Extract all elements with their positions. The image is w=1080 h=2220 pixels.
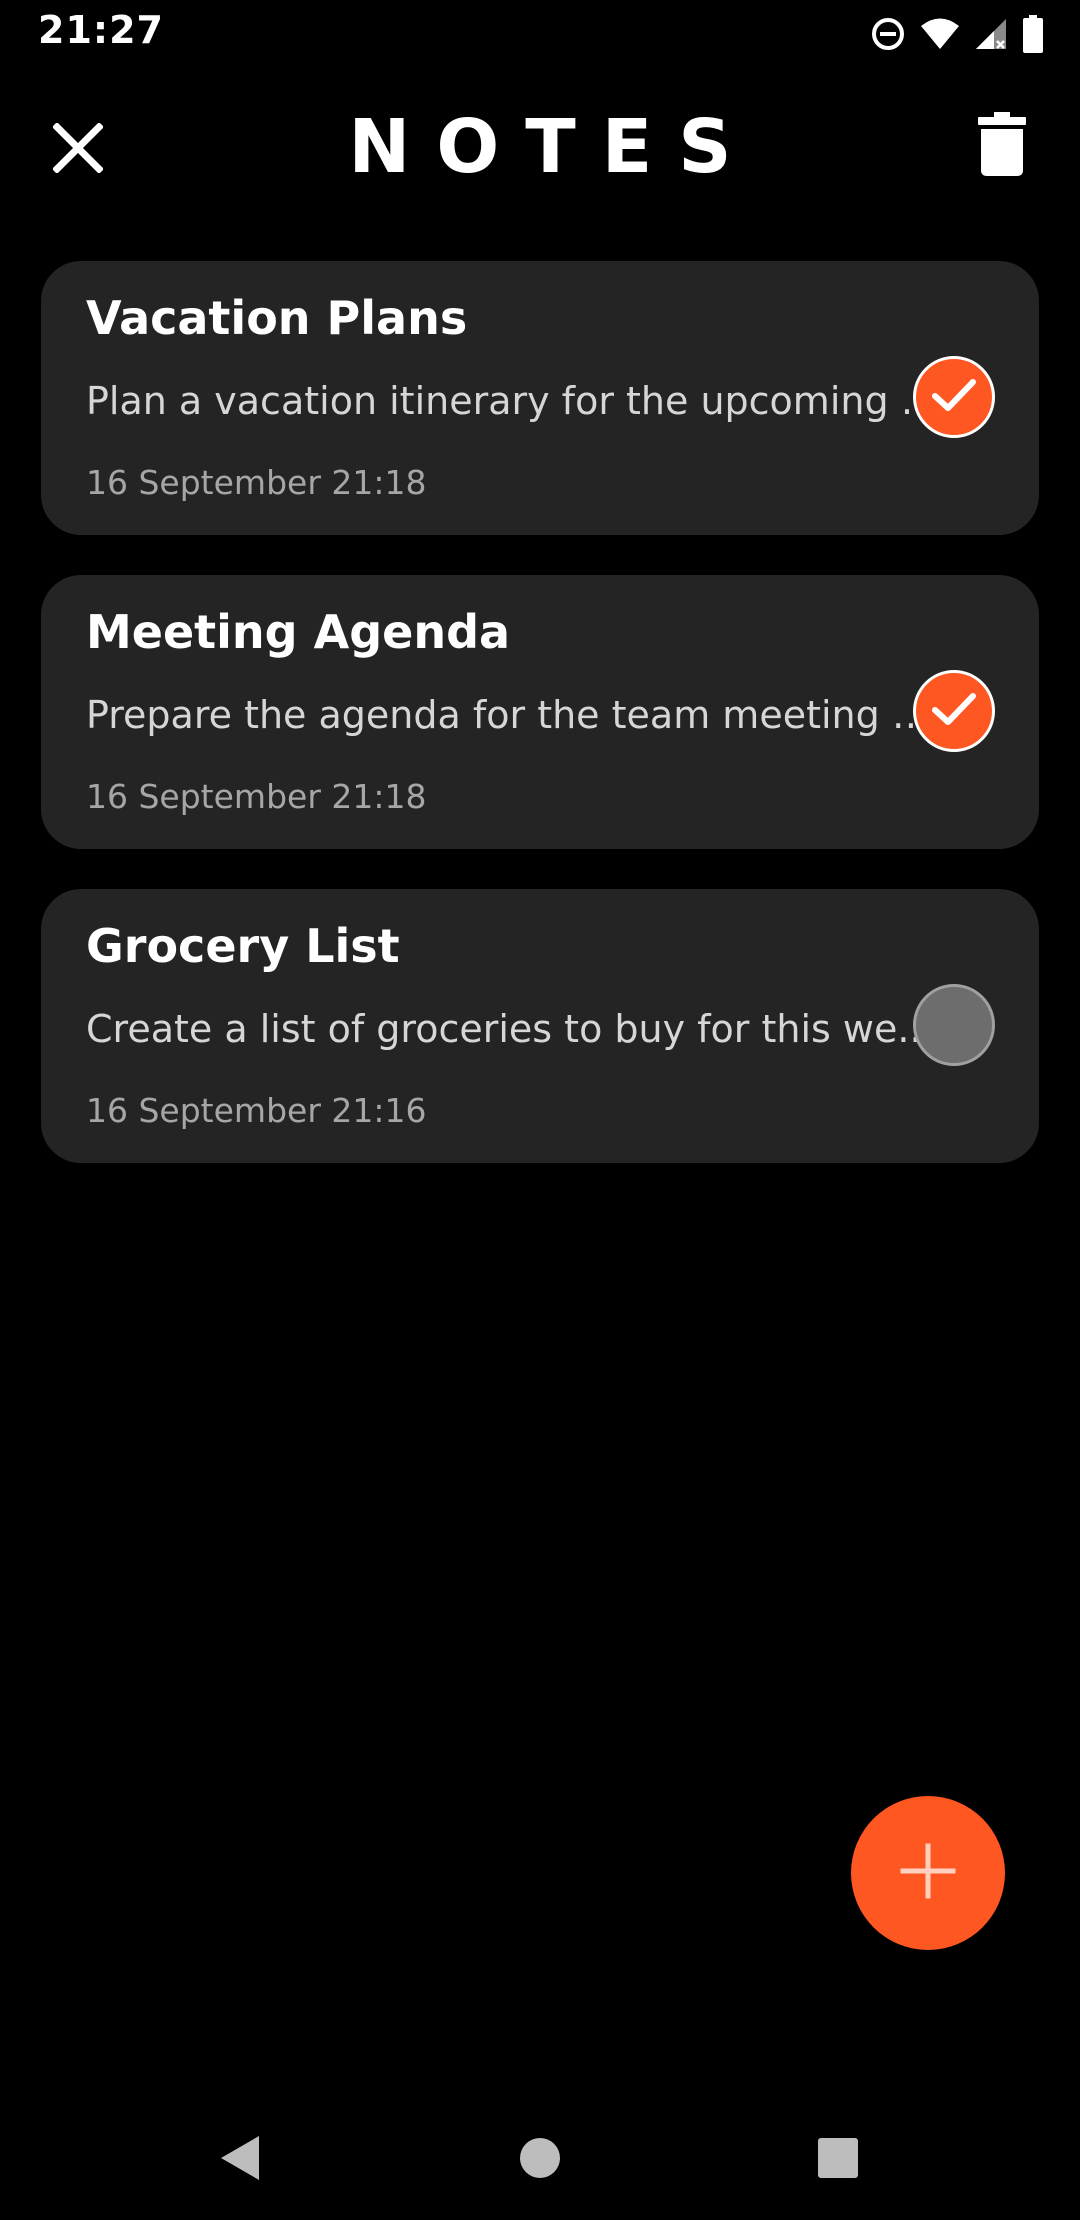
battery-icon — [1022, 15, 1044, 53]
note-done-toggle[interactable] — [913, 670, 995, 752]
note-title: Grocery List — [86, 919, 400, 973]
note-body: Create a list of groceries to buy for th… — [86, 1007, 934, 1051]
status-bar: 21:27 — [0, 0, 1080, 66]
page-title: NOTES — [348, 104, 758, 190]
back-button[interactable] — [210, 2130, 270, 2190]
recents-icon — [817, 2137, 859, 2183]
do-not-disturb-icon — [870, 16, 906, 52]
back-icon — [219, 2134, 261, 2186]
note-date: 16 September 21:16 — [86, 1091, 427, 1130]
signal-icon — [974, 17, 1008, 51]
status-time: 21:27 — [38, 8, 164, 52]
recents-button[interactable] — [808, 2130, 868, 2190]
status-icons — [870, 12, 1044, 56]
notes-list: Vacation Plans Plan a vacation itinerary… — [41, 261, 1039, 1203]
system-nav-bar — [0, 2106, 1080, 2220]
home-button[interactable] — [510, 2130, 570, 2190]
note-body: Prepare the agenda for the team meeting … — [86, 693, 946, 737]
trash-icon — [978, 112, 1026, 180]
add-note-button[interactable] — [851, 1796, 1005, 1950]
note-date: 16 September 21:18 — [86, 777, 427, 816]
delete-button[interactable] — [964, 106, 1040, 186]
note-title: Vacation Plans — [86, 291, 468, 345]
note-card[interactable]: Meeting Agenda Prepare the agenda for th… — [41, 575, 1039, 849]
note-date: 16 September 21:18 — [86, 463, 427, 502]
checkmark-icon — [930, 689, 978, 733]
note-title: Meeting Agenda — [86, 605, 511, 659]
wifi-icon — [920, 17, 960, 51]
home-icon — [519, 2137, 561, 2183]
note-card[interactable]: Vacation Plans Plan a vacation itinerary… — [41, 261, 1039, 535]
plus-icon — [900, 1843, 956, 1903]
note-done-toggle[interactable] — [913, 984, 995, 1066]
app-bar: NOTES — [0, 66, 1080, 226]
checkmark-icon — [930, 375, 978, 419]
note-card[interactable]: Grocery List Create a list of groceries … — [41, 889, 1039, 1163]
note-done-toggle[interactable] — [913, 356, 995, 438]
note-body: Plan a vacation itinerary for the upcomi… — [86, 379, 946, 423]
